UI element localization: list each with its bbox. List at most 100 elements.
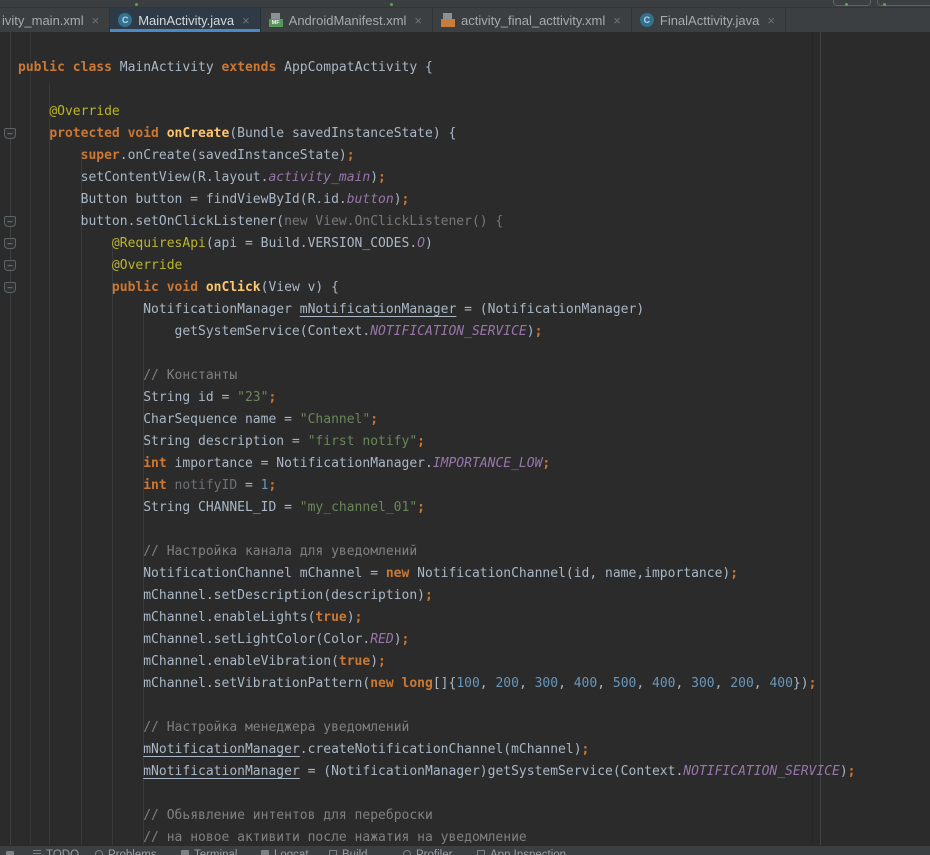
todo-icon <box>33 850 41 855</box>
close-icon[interactable]: × <box>767 13 775 28</box>
close-icon[interactable]: × <box>414 13 422 28</box>
code-token: ; <box>402 192 410 207</box>
code-line: String description = "first notify"; <box>18 431 856 453</box>
tool-window-label: TODO <box>46 848 79 855</box>
code-token: ; <box>582 742 590 757</box>
fold-marker[interactable]: – <box>4 282 16 293</box>
tool-window-button-Problems[interactable]: Problems <box>95 848 157 855</box>
code-token: 500 <box>613 676 636 691</box>
tool-window-label: App Inspection <box>490 848 566 855</box>
tab-label: ivity_main.xml <box>2 13 84 28</box>
tool-window-label: Problems <box>108 848 157 855</box>
tool-window-button-Logcat[interactable]: Logcat <box>261 848 309 855</box>
tool-window-button-App Inspection[interactable]: App Inspection <box>477 848 566 855</box>
tab-label: activity_final_acttivity.xml <box>461 13 605 28</box>
code-line: @Override <box>18 101 856 123</box>
code-token: mChannel.setVibrationPattern( <box>18 676 370 691</box>
code-area[interactable]: public class MainActivity extends AppCom… <box>18 57 856 845</box>
code-token <box>18 456 143 471</box>
manifest-file-icon: MF <box>269 13 283 27</box>
tool-window-button-TODO[interactable]: TODO <box>33 848 79 855</box>
problems-icon <box>95 850 103 855</box>
tab-label: FinalActtivity.java <box>660 13 759 28</box>
code-line: mChannel.enableLights(true); <box>18 607 856 629</box>
file-badge <box>441 19 455 27</box>
code-token: mChannel.enableVibration( <box>18 654 339 669</box>
code-token: ) <box>370 170 378 185</box>
code-token: new long <box>370 676 433 691</box>
code-token: ; <box>535 324 543 339</box>
tool-stripe-icon[interactable] <box>6 851 14 855</box>
code-token: super <box>81 148 120 163</box>
fold-marker[interactable]: – <box>4 260 16 271</box>
code-token <box>18 478 143 493</box>
editor-tab-ivity_main.xml[interactable]: ivity_main.xml × <box>0 8 110 32</box>
code-token: CharSequence name = <box>18 412 300 427</box>
code-token: public void <box>112 280 206 295</box>
code-token: ; <box>268 390 276 405</box>
code-line: super.onCreate(savedInstanceState); <box>18 145 856 167</box>
code-token: ; <box>848 764 856 779</box>
tool-window-button-Profiler[interactable]: Profiler <box>403 848 452 855</box>
code-line: protected void onCreate(Bundle savedInst… <box>18 123 856 145</box>
code-token: setContentView(R.layout. <box>18 170 268 185</box>
code-token: , <box>480 676 496 691</box>
code-token: ; <box>402 632 410 647</box>
code-line: mChannel.setLightColor(Color.RED); <box>18 629 856 651</box>
close-icon[interactable]: × <box>242 13 250 28</box>
code-line <box>18 79 856 101</box>
code-token: MainActivity <box>120 60 222 75</box>
editor-tab-FinalActtivity.java[interactable]: C FinalActtivity.java × <box>632 8 786 32</box>
code-token: (Bundle savedInstanceState) { <box>229 126 456 141</box>
code-token: , <box>519 676 535 691</box>
code-token: 100 <box>456 676 479 691</box>
code-token: mChannel.setDescription(description) <box>18 588 425 603</box>
code-token <box>18 258 112 273</box>
code-line: mNotificationManager.createNotificationC… <box>18 739 856 761</box>
code-line: Button button = findViewById(R.id.button… <box>18 189 856 211</box>
tool-window-button-Build[interactable]: Build <box>329 848 368 855</box>
java-class-icon: C <box>640 13 654 27</box>
code-line: // Обьявление интентов для переброски <box>18 805 856 827</box>
code-token: , <box>597 676 613 691</box>
editor-tab-activity_final_acttivity.xml[interactable]: activity_final_acttivity.xml × <box>433 8 632 32</box>
code-token: = <box>237 478 260 493</box>
code-line <box>18 519 856 541</box>
code-line: String CHANNEL_ID = "my_channel_01"; <box>18 497 856 519</box>
code-line: NotificationChannel mChannel = new Notif… <box>18 563 856 585</box>
code-token: = (NotificationManager)getSystemService(… <box>300 764 684 779</box>
editor-tab-MainActivity.java[interactable]: CMainActivity.java× <box>110 8 260 32</box>
code-token: // Обьявление интентов для переброски <box>143 808 433 823</box>
code-line: mNotificationManager = (NotificationMana… <box>18 761 856 783</box>
code-token: NOTIFICATION_SERVICE <box>370 324 527 339</box>
editor-tab-AndroidManifest.xml[interactable]: MF AndroidManifest.xml × <box>261 8 433 32</box>
fold-marker[interactable]: – <box>4 128 16 139</box>
code-token: 200 <box>730 676 753 691</box>
code-line: // Настройка менеджера уведомлений <box>18 717 856 739</box>
fold-marker[interactable]: – <box>4 238 16 249</box>
code-token: true <box>315 610 346 625</box>
code-token: mNotificationManager <box>143 764 300 779</box>
code-line: String id = "23"; <box>18 387 856 409</box>
fold-marker[interactable]: – <box>4 216 16 227</box>
code-token: "Channel" <box>300 412 370 427</box>
code-line: mChannel.setVibrationPattern(new long[]{… <box>18 673 856 695</box>
tool-window-button-Terminal[interactable]: Terminal <box>181 848 237 855</box>
layout-xml-file-icon <box>441 13 455 27</box>
close-icon[interactable]: × <box>92 13 100 28</box>
code-token: ) <box>425 236 433 251</box>
code-token <box>18 764 143 779</box>
code-token: (api = Build.VERSION_CODES. <box>206 236 417 251</box>
code-token <box>18 368 143 383</box>
code-token: String description = <box>18 434 308 449</box>
tab-label: AndroidManifest.xml <box>289 13 407 28</box>
code-token: ) <box>394 192 402 207</box>
close-icon[interactable]: × <box>613 13 621 28</box>
tool-window-label: Terminal <box>194 848 237 855</box>
code-token: @RequiresApi <box>112 236 206 251</box>
code-token: String id = <box>18 390 237 405</box>
code-token: 400 <box>769 676 792 691</box>
device-selector-button[interactable] <box>833 0 871 6</box>
code-line: int importance = NotificationManager.IMP… <box>18 453 856 475</box>
code-line: NotificationManager mNotificationManager… <box>18 299 856 321</box>
